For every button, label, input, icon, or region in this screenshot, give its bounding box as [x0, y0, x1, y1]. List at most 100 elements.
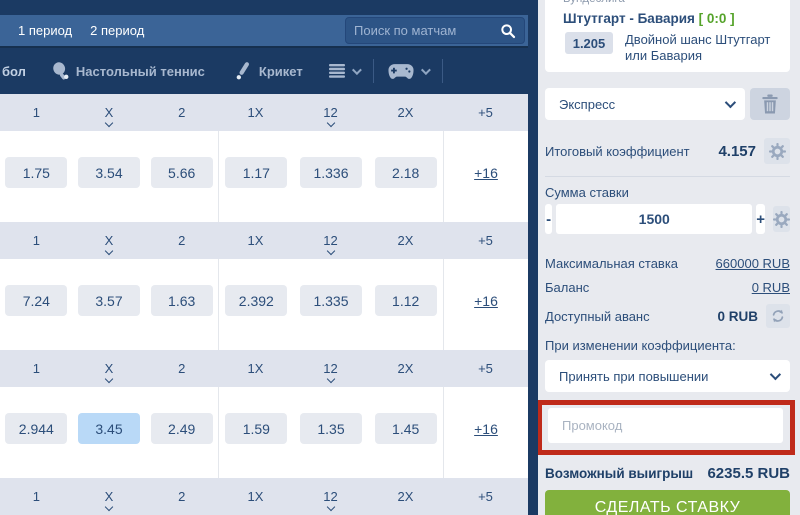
- total-coefficient-row: Итоговый коэффициент 4.157: [545, 138, 790, 177]
- odd-cell[interactable]: 1.59: [225, 413, 287, 444]
- match-score: [ 0:0 ]: [699, 11, 735, 26]
- league-name: Бундеслига: [563, 0, 778, 5]
- col-header-12[interactable]: 12: [293, 222, 368, 259]
- col-header-1[interactable]: 1: [0, 222, 73, 259]
- col-header-1x[interactable]: 1X: [218, 94, 293, 131]
- odd-cell[interactable]: 2.392: [225, 285, 287, 316]
- gamepad-icon[interactable]: [388, 63, 428, 80]
- chevron-down-icon: [105, 375, 113, 383]
- col-header-1[interactable]: 1: [0, 478, 73, 515]
- betslip-panel: Бундеслига Штутгарт - Бавария [ 0:0 ] 1.…: [538, 0, 800, 515]
- odd-cell[interactable]: 1.63: [151, 285, 213, 316]
- chevron-down-icon: [105, 503, 113, 511]
- col-header-12[interactable]: 12: [293, 94, 368, 131]
- max-bet-value-link[interactable]: 660000 RUB: [716, 256, 790, 271]
- amount-minus-button[interactable]: -: [545, 204, 552, 234]
- odds-header-row: 1 X 2 1X 12 2X +5: [0, 94, 528, 131]
- promo-code-input[interactable]: [548, 408, 783, 443]
- advance-label: Доступный аванс: [545, 309, 717, 324]
- search-icon[interactable]: [500, 23, 516, 39]
- col-header-12[interactable]: 12: [293, 478, 368, 515]
- odd-cell[interactable]: 1.335: [300, 285, 362, 316]
- coef-change-value: Принять при повышении: [559, 369, 708, 384]
- col-header-2[interactable]: 2: [145, 222, 218, 259]
- col-header-1x[interactable]: 1X: [218, 222, 293, 259]
- odd-cell-selected[interactable]: 3.45: [78, 413, 140, 444]
- odd-cell[interactable]: 3.57: [78, 285, 140, 316]
- amount-settings-button[interactable]: [773, 206, 790, 232]
- max-bet-row: Максимальная ставка 660000 RUB: [545, 256, 790, 271]
- odd-cell[interactable]: 2.49: [151, 413, 213, 444]
- bet-coefficient-chip: 1.205: [565, 32, 613, 54]
- trash-icon: [761, 94, 779, 114]
- coefficient-settings-button[interactable]: [764, 138, 790, 164]
- more-odds-link[interactable]: +16: [474, 421, 498, 437]
- chevron-down-icon: [326, 247, 334, 255]
- col-header-1[interactable]: 1: [0, 350, 73, 387]
- search-input[interactable]: Поиск по матчам: [345, 17, 525, 44]
- sport-item-cricket[interactable]: Крикет: [259, 64, 303, 79]
- list-menu-icon[interactable]: [329, 64, 359, 78]
- bet-type-select[interactable]: Экспресс: [545, 88, 745, 120]
- match-odds-row: 1.75 3.54 5.66 1.17 1.336 2.18 +16: [0, 131, 528, 222]
- amount-input[interactable]: [556, 204, 752, 234]
- col-header-more[interactable]: +5: [443, 478, 528, 515]
- col-header-x[interactable]: X: [73, 94, 146, 131]
- promo-highlight-box: [538, 400, 795, 455]
- match-odds-row: 2.944 3.45 2.49 1.59 1.35 1.45 +16: [0, 387, 528, 478]
- col-header-x[interactable]: X: [73, 478, 146, 515]
- tab-period-2[interactable]: 2 период: [90, 23, 144, 38]
- odd-cell[interactable]: 3.54: [78, 157, 140, 188]
- odds-header-row: 1 X 2 1X 12 2X +5: [0, 350, 528, 387]
- col-header-2x[interactable]: 2X: [368, 350, 443, 387]
- chevron-down-icon: [421, 65, 431, 75]
- col-header-x[interactable]: X: [73, 222, 146, 259]
- col-header-2x[interactable]: 2X: [368, 222, 443, 259]
- chevron-down-icon: [326, 119, 334, 127]
- chevron-down-icon: [326, 375, 334, 383]
- col-header-2[interactable]: 2: [145, 94, 218, 131]
- tab-period-1[interactable]: 1 период: [18, 23, 72, 38]
- chevron-down-icon: [352, 65, 362, 75]
- amount-plus-button[interactable]: +: [756, 204, 765, 234]
- col-header-12[interactable]: 12: [293, 350, 368, 387]
- col-header-more[interactable]: +5: [443, 350, 528, 387]
- odd-cell[interactable]: 2.18: [375, 157, 437, 188]
- col-header-more[interactable]: +5: [443, 222, 528, 259]
- odd-cell[interactable]: 1.75: [5, 157, 67, 188]
- odd-cell[interactable]: 7.24: [5, 285, 67, 316]
- bet-card: Бундеслига Штутгарт - Бавария [ 0:0 ] 1.…: [545, 0, 790, 72]
- chevron-down-icon: [105, 119, 113, 127]
- place-bet-button[interactable]: СДЕЛАТЬ СТАВКУ: [545, 490, 790, 515]
- more-odds-link[interactable]: +16: [474, 293, 498, 309]
- odd-cell[interactable]: 2.944: [5, 413, 67, 444]
- odd-cell[interactable]: 1.45: [375, 413, 437, 444]
- more-odds-link[interactable]: +16: [474, 165, 498, 181]
- sport-item-football-cut[interactable]: бол: [2, 64, 26, 79]
- odd-cell[interactable]: 1.35: [300, 413, 362, 444]
- col-header-1x[interactable]: 1X: [218, 478, 293, 515]
- col-header-2x[interactable]: 2X: [368, 478, 443, 515]
- col-header-1x[interactable]: 1X: [218, 350, 293, 387]
- sport-item-table-tennis[interactable]: Настольный теннис: [76, 64, 205, 79]
- delete-bet-button[interactable]: [750, 88, 790, 120]
- balance-row: Баланс 0 RUB: [545, 280, 790, 295]
- refresh-advance-button[interactable]: [766, 304, 790, 328]
- odd-cell[interactable]: 1.17: [225, 157, 287, 188]
- col-header-1[interactable]: 1: [0, 94, 73, 131]
- balance-label: Баланс: [545, 280, 752, 295]
- coef-change-select[interactable]: Принять при повышении: [545, 360, 790, 392]
- table-tennis-icon: [50, 61, 70, 81]
- odd-cell[interactable]: 1.12: [375, 285, 437, 316]
- col-header-2[interactable]: 2: [145, 350, 218, 387]
- col-header-more[interactable]: +5: [443, 94, 528, 131]
- odd-cell[interactable]: 5.66: [151, 157, 213, 188]
- max-bet-label: Максимальная ставка: [545, 256, 716, 271]
- odd-cell[interactable]: 1.336: [300, 157, 362, 188]
- col-header-x[interactable]: X: [73, 350, 146, 387]
- col-header-2x[interactable]: 2X: [368, 94, 443, 131]
- balance-value-link[interactable]: 0 RUB: [752, 280, 790, 295]
- refresh-icon: [770, 308, 786, 324]
- betting-app: 1 период 2 период Поиск по матчам бол На…: [0, 0, 800, 515]
- col-header-2[interactable]: 2: [145, 478, 218, 515]
